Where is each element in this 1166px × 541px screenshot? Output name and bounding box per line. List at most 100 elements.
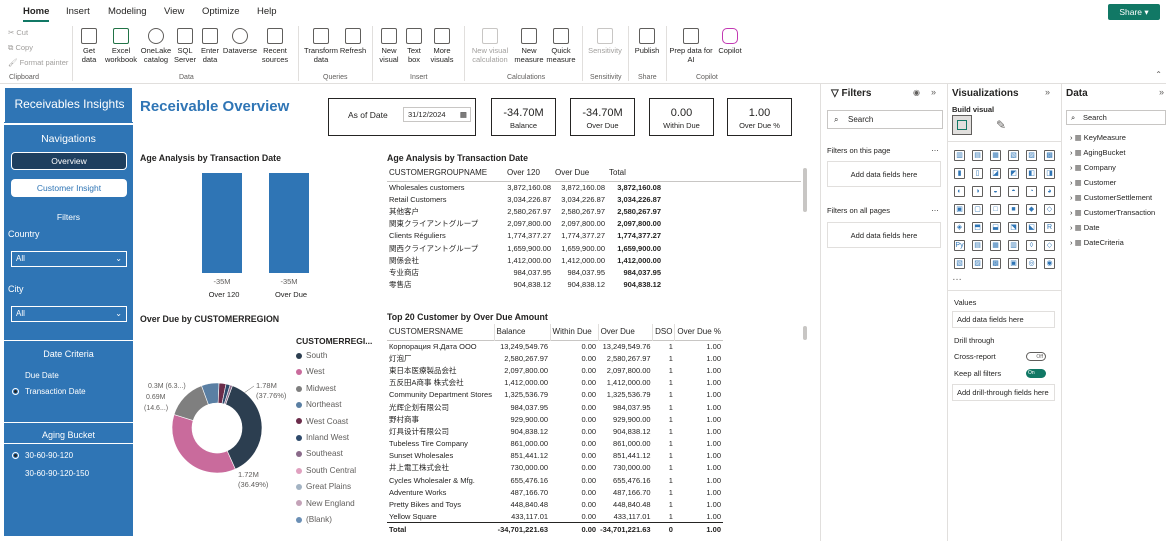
visual-type-icon[interactable]: ▢ — [972, 204, 983, 215]
visual-type-icon[interactable]: ◓ — [1008, 186, 1019, 197]
table-row[interactable]: 五反田A商事 株式会社 1,412,000.00 0.00 1,412,000.00 1… — [387, 377, 723, 389]
visual-type-icon[interactable]: ▧ — [1008, 150, 1019, 161]
data-search-input[interactable]: ⌕ Search — [1066, 110, 1166, 125]
visual-type-icon[interactable]: ◈ — [954, 222, 965, 233]
quick-measure-button[interactable]: Quick measure — [546, 28, 576, 64]
tab-view[interactable]: View — [164, 6, 184, 17]
visual-type-icon[interactable]: ◒ — [990, 186, 1001, 197]
table-row[interactable]: Sunset Wholesales 851,441.12 0.00 851,441.1… — [387, 450, 723, 462]
bar-over-due[interactable] — [269, 173, 309, 273]
table-row[interactable]: 灯泡厂 2,580,267.97 0.00 2,580,267.97 1 1.00 — [387, 352, 723, 364]
col-header[interactable]: CUSTOMERGROUPNAME — [387, 165, 505, 181]
visual-type-icon[interactable]: ◉ — [1044, 258, 1055, 269]
table-row[interactable]: 東日本医療製品会社 2,097,800.00 0.00 2,097,800.00 1 1.… — [387, 364, 723, 376]
visual-type-icon[interactable]: ▩ — [1044, 150, 1055, 161]
collapse-ribbon-icon[interactable]: ⌃ — [1155, 70, 1162, 79]
visual-type-icon[interactable]: ◑ — [972, 186, 983, 197]
tab-home[interactable]: Home — [23, 6, 50, 22]
tab-insert[interactable]: Insert — [66, 6, 90, 17]
bucket1-option[interactable]: 30-60-90-120 — [25, 451, 73, 460]
tab-modeling[interactable]: Modeling — [108, 6, 147, 17]
bar-over-120[interactable] — [202, 173, 242, 273]
excel-workbook-button[interactable]: Excel workbook — [104, 28, 138, 64]
filters-search-input[interactable]: ⌕ Search — [827, 110, 943, 129]
visual-type-icon[interactable]: R — [1044, 222, 1055, 233]
data-table-item[interactable]: › ▦ Company — [1070, 163, 1116, 172]
visual-type-icon[interactable]: ◇ — [1044, 240, 1055, 251]
col-header[interactable]: Over Due — [553, 165, 607, 181]
collapse-pane-icon[interactable]: » — [931, 87, 936, 97]
visual-type-icon[interactable]: ▣ — [954, 204, 965, 215]
tab-optimize[interactable]: Optimize — [202, 6, 239, 17]
visual-type-icon[interactable]: Py — [954, 240, 965, 251]
data-table-item[interactable]: › ▦ DateCriteria — [1070, 238, 1124, 247]
visual-type-icon[interactable]: ▤ — [972, 150, 983, 161]
country-select[interactable]: All ⌄ — [11, 251, 127, 267]
visual-type-icon[interactable]: ⬔ — [1008, 222, 1019, 233]
visual-type-icon[interactable]: ◩ — [1008, 168, 1019, 179]
visual-type-icon[interactable]: ▩ — [990, 258, 1001, 269]
col-header[interactable]: Total — [607, 165, 663, 181]
visual-type-icon[interactable]: ◆ — [1026, 204, 1037, 215]
format-visual-icon[interactable]: ✎ — [996, 118, 1006, 132]
legend-item[interactable]: Inland West — [296, 433, 349, 442]
dataverse-button[interactable]: Dataverse — [222, 28, 258, 55]
as-of-date-input[interactable]: 31/12/2024 ▦ — [403, 107, 471, 122]
table-row[interactable]: 関東クライアントグループ 2,097,800.00 2,097,800.00 2,09… — [387, 218, 801, 230]
table-row[interactable]: 井上電工株式会社 730,000.00 0.00 730,000.00 1 1.00 — [387, 462, 723, 474]
collapse-pane-icon[interactable]: » — [1045, 87, 1050, 97]
legend-item[interactable]: Great Plains — [296, 482, 351, 491]
tab-help[interactable]: Help — [257, 6, 277, 17]
visual-type-icon[interactable]: ◕ — [1044, 186, 1055, 197]
enter-data-button[interactable]: Enter data — [198, 28, 222, 64]
data-table-item[interactable]: › ▦ Customer — [1070, 178, 1116, 187]
visual-type-icon[interactable]: ▦ — [990, 240, 1001, 251]
visual-type-icon[interactable]: ◪ — [990, 168, 1001, 179]
publish-button[interactable]: Publish — [632, 28, 662, 55]
col-header[interactable]: DSO — [652, 324, 675, 340]
overview-button[interactable]: Overview — [11, 152, 127, 170]
table2-scrollbar[interactable] — [803, 326, 807, 340]
new-measure-button[interactable]: New measure — [514, 28, 544, 64]
data-table-item[interactable]: › ▦ AgingBucket — [1070, 148, 1125, 157]
col-header[interactable]: Over Due % — [674, 324, 723, 340]
col-header[interactable]: Over Due — [597, 324, 653, 340]
table-row[interactable]: 関西クライアントグループ 1,659,900.00 1,659,900.00 1,65… — [387, 242, 801, 254]
legend-item[interactable]: New England — [296, 499, 355, 508]
eye-icon[interactable]: ◉ — [913, 88, 920, 97]
visual-type-icon[interactable]: ◎ — [1026, 258, 1037, 269]
visual-type-icon[interactable]: ◐ — [954, 186, 965, 197]
visual-type-icon[interactable]: ◊ — [1026, 240, 1037, 251]
table-row[interactable]: Adventure Works 487,166.70 0.00 487,166.70 1… — [387, 486, 723, 498]
table-row[interactable]: Корпорация Я.Дата ООО 13,249,549.76 0.00 13… — [387, 340, 723, 352]
legend-item[interactable]: South — [296, 351, 327, 360]
visual-type-icon[interactable]: ◔ — [1026, 186, 1037, 197]
legend-item[interactable]: South Central — [296, 466, 356, 475]
share-button[interactable]: Share ▾ — [1108, 4, 1160, 20]
visual-type-icon[interactable]: ▥ — [954, 150, 965, 161]
keep-filters-toggle[interactable]: On — [1026, 369, 1046, 378]
table-row[interactable]: Community Department Stores 1,325,536.79 0… — [387, 389, 723, 401]
table-row[interactable]: 其他客户 2,580,267.97 2,580,267.97 2,580,267.97 — [387, 205, 801, 217]
customer-insight-button[interactable]: Customer Insight — [11, 179, 127, 197]
visual-type-icon[interactable]: ▣ — [1008, 258, 1019, 269]
visual-type-icon[interactable]: ■ — [1008, 204, 1019, 215]
new-visual-calculation-button[interactable]: New visual calculation — [466, 28, 514, 64]
copilot-button[interactable]: Copilot — [714, 28, 746, 55]
more-options-icon[interactable]: … — [931, 144, 939, 153]
table-row[interactable]: Pretty Bikes and Toys 448,840.48 0.00 448,8… — [387, 498, 723, 510]
all-pages-filter-dropzone[interactable]: Add data fields here — [827, 222, 941, 248]
table-row[interactable]: Clients Réguliers 1,774,377.27 1,774,377.2… — [387, 230, 801, 242]
values-dropzone[interactable]: Add data fields here — [952, 311, 1055, 328]
data-table-item[interactable]: › ▦ Date — [1070, 223, 1100, 232]
col-header[interactable]: Over 120 — [505, 165, 553, 181]
table-row[interactable]: Yellow Square 433,117.01 0.00 433,117.01 1 1.… — [387, 511, 723, 523]
recent-sources-button[interactable]: Recent sources — [258, 28, 292, 64]
transaction-date-option[interactable]: Transaction Date — [25, 387, 86, 396]
visual-type-icon[interactable]: □ — [990, 204, 1001, 215]
bucket1-radio[interactable] — [12, 452, 19, 459]
table-row[interactable]: 関係会社 1,412,000.00 1,412,000.00 1,412,000.00 — [387, 254, 801, 266]
donut-slice[interactable] — [171, 414, 236, 474]
col-header[interactable]: Within Due — [549, 324, 599, 340]
legend-item[interactable]: West Coast — [296, 417, 348, 426]
